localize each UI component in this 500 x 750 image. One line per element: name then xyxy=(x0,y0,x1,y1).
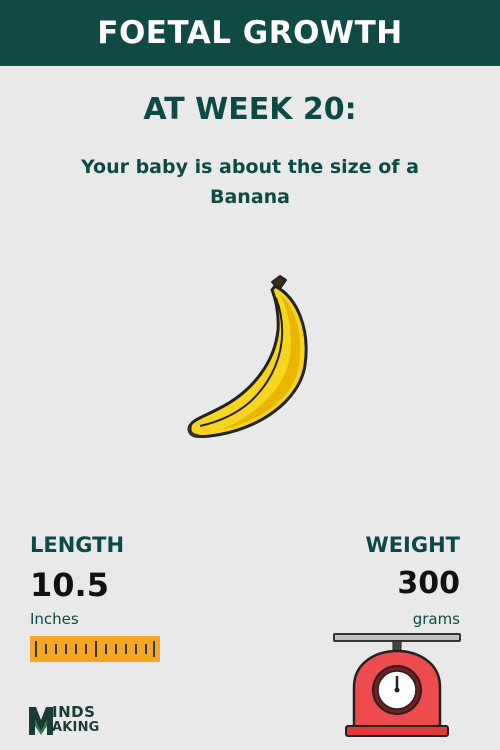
logo-text-bottom: AKING xyxy=(52,720,100,735)
weight-label: WEIGHT xyxy=(365,533,460,557)
size-description-line: Your baby is about the size of a xyxy=(81,156,419,178)
ruler-icon xyxy=(30,636,160,662)
length-label: LENGTH xyxy=(30,533,125,557)
length-value: 10.5 xyxy=(30,566,109,604)
logo-m-icon xyxy=(29,707,53,735)
size-description: Your baby is about the size of a Banana xyxy=(50,152,450,212)
logo-text-top: INDS xyxy=(52,703,96,721)
brand-logo: INDS AKING xyxy=(28,703,104,739)
header-bar: FOETAL GROWTH xyxy=(0,0,500,66)
week-heading: AT WEEK 20: xyxy=(143,92,357,127)
weight-unit: grams xyxy=(412,610,460,628)
banana-icon xyxy=(187,275,308,438)
scale-icon xyxy=(333,633,461,737)
weight-value: 300 xyxy=(397,566,460,601)
length-unit: Inches xyxy=(30,610,79,628)
page-title: FOETAL GROWTH xyxy=(97,15,403,51)
fruit-name: Banana xyxy=(210,186,290,208)
